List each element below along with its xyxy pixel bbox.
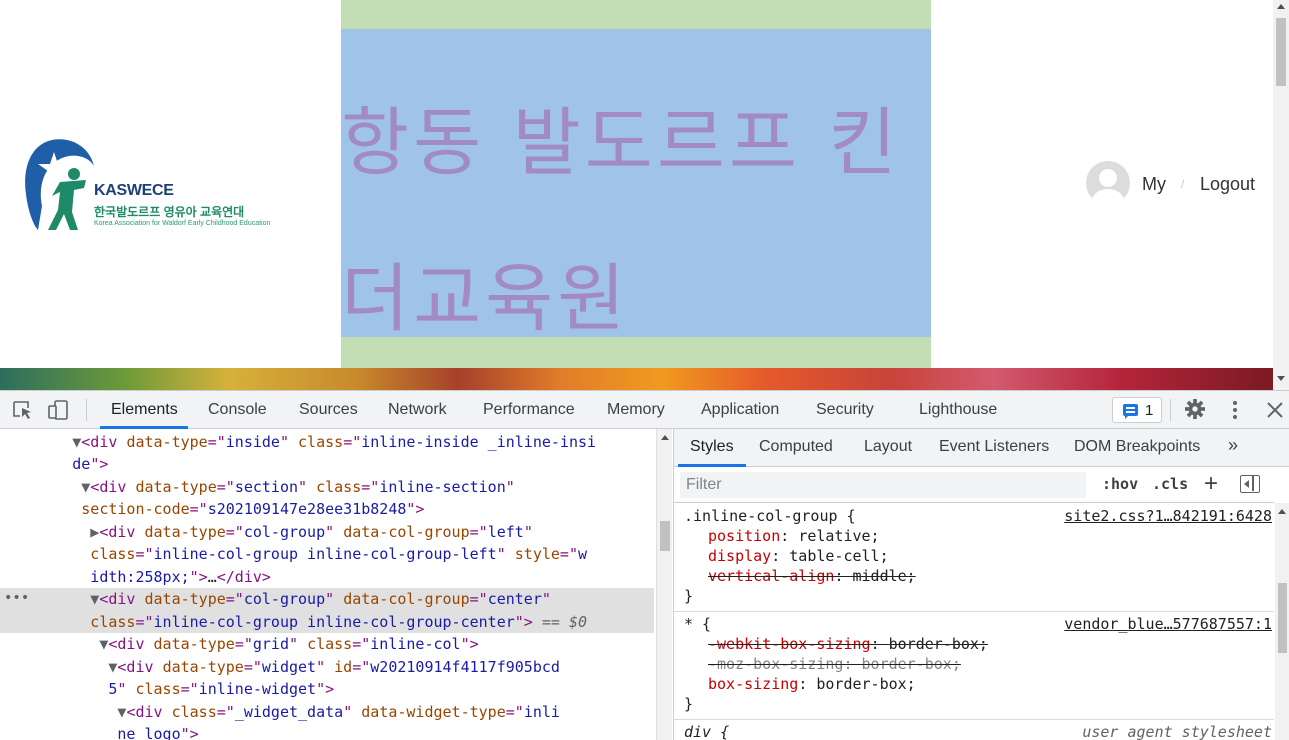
tab-elements[interactable]: Elements	[111, 401, 178, 419]
website-viewport: KASWECE 한국발도르프 영유아 교육연대 Korea Associatio…	[0, 0, 1273, 390]
logo-english-name: Korea Association for Waldorf Early Chil…	[94, 220, 271, 227]
dom-node[interactable]: ▼<div data-type="widget" id="w20210914f4…	[0, 656, 654, 679]
settings-gear-icon[interactable]	[1184, 399, 1206, 419]
selected-node-marker: == $0	[541, 612, 588, 631]
scrollbar-thumb[interactable]	[660, 521, 670, 551]
tab-application[interactable]: Application	[701, 401, 779, 419]
style-rule: * { vendor_blue…577687557:1 -webkit-box-…	[674, 614, 1274, 720]
scrollbar-thumb[interactable]	[1276, 18, 1286, 86]
style-property[interactable]: position: relative;	[708, 526, 880, 546]
avatar[interactable]	[1086, 161, 1130, 205]
dom-node-wrap: class="inline-col-group inline-col-group…	[0, 545, 588, 563]
logo-korean-name: 한국발도르프 영유아 교육연대	[94, 205, 245, 219]
elements-scrollbar[interactable]	[656, 429, 672, 740]
style-property[interactable]: display: table-cell;	[708, 546, 889, 566]
style-property-overridden[interactable]: vertical-align: middle;	[708, 566, 916, 586]
rule-closing-brace: }	[684, 695, 694, 713]
scrollbar-thumb[interactable]	[1278, 583, 1287, 653]
dom-node[interactable]: ▼<div data-type="section" class="inline-…	[0, 476, 654, 499]
elements-dom-tree: ▼<div data-type="inside" class="inline-i…	[0, 429, 656, 740]
style-rule: div { user agent stylesheet	[674, 722, 1274, 740]
tab-lighthouse[interactable]: Lighthouse	[919, 401, 997, 419]
rule-source-label: user agent stylesheet	[1082, 723, 1272, 740]
dom-node[interactable]: ▼<div data-type="grid" class="inline-col…	[0, 633, 654, 656]
scroll-up-icon[interactable]	[661, 435, 669, 440]
tab-network[interactable]: Network	[388, 401, 447, 419]
tab-dom-breakpoints[interactable]: DOM Breakpoints	[1074, 438, 1200, 456]
rule-selector[interactable]: .inline-col-group {	[684, 506, 856, 526]
styles-scrollbar[interactable]	[1275, 503, 1289, 740]
rule-source-link[interactable]: site2.css?1…842191:6428	[1064, 506, 1272, 526]
dom-node-wrap: idth:258px;">…</div>	[0, 568, 271, 586]
page-scrollbar[interactable]	[1273, 0, 1289, 390]
styles-filter-bar: :hov .cls +	[674, 467, 1274, 503]
tab-layout[interactable]: Layout	[864, 438, 912, 456]
logo-brand-text: KASWECE	[94, 182, 174, 199]
style-property-invalid[interactable]: -moz-box-sizing: border-box;	[708, 654, 961, 674]
tab-sources[interactable]: Sources	[299, 401, 358, 419]
scroll-up-icon[interactable]	[1278, 509, 1286, 514]
class-toggle[interactable]: .cls	[1152, 475, 1188, 493]
toolbar-divider	[86, 399, 87, 421]
hover-state-toggle[interactable]: :hov	[1102, 475, 1138, 493]
scroll-up-icon[interactable]	[1277, 4, 1285, 9]
rule-closing-brace: }	[684, 587, 694, 605]
tab-performance[interactable]: Performance	[483, 401, 575, 419]
rule-source-link[interactable]: vendor_blue…577687557:1	[1064, 614, 1272, 634]
styles-sidebar: Styles Computed Layout Event Listeners D…	[673, 429, 1289, 740]
rule-selector[interactable]: div {	[684, 722, 729, 740]
close-devtools-icon[interactable]	[1264, 400, 1286, 420]
inspect-element-icon[interactable]	[12, 400, 34, 420]
dom-node-wrap: de">	[0, 455, 109, 473]
new-style-rule-button[interactable]: +	[1204, 470, 1218, 498]
dom-node[interactable]: ▼<div data-type="inside" class="inline-i…	[0, 431, 654, 454]
more-tabs-chevron-icon[interactable]: »	[1228, 435, 1238, 456]
device-toolbar-icon[interactable]	[48, 400, 70, 420]
rule-selector[interactable]: * {	[684, 614, 711, 634]
menu-separator: /	[1181, 177, 1185, 191]
dom-node-selected[interactable]: ▼<div data-type="col-group" data-col-gro…	[0, 588, 654, 633]
tab-security[interactable]: Security	[816, 401, 874, 419]
center-heading-text: 항동 발도르프 킨더교육원	[341, 100, 901, 337]
my-link[interactable]: My	[1142, 174, 1166, 195]
tab-event-listeners[interactable]: Event Listeners	[939, 438, 1049, 456]
dom-node[interactable]: ▼<div class="_widget_data" data-widget-t…	[0, 701, 654, 724]
tab-styles[interactable]: Styles	[690, 438, 734, 456]
more-options-icon[interactable]	[1224, 400, 1246, 420]
toolbar-divider	[1170, 399, 1171, 421]
issues-button[interactable]: 1	[1112, 397, 1162, 423]
styles-tabbar: Styles Computed Layout Event Listeners D…	[674, 429, 1289, 467]
style-rule: .inline-col-group { site2.css?1…842191:6…	[674, 506, 1274, 612]
center-grid-highlight: 항동 발도르프 킨더교육원	[341, 29, 931, 337]
dom-node-wrap: 5" class="inline-widget">	[0, 680, 335, 698]
dom-node-wrap: section-code="s202109147e28ee31b8248">	[0, 500, 425, 518]
node-actions-ellipsis-icon[interactable]: •••	[4, 587, 29, 610]
dom-node-wrap: ne_logo">	[0, 725, 199, 740]
tab-memory[interactable]: Memory	[607, 401, 665, 419]
style-property-overridden[interactable]: -webkit-box-sizing: border-box;	[708, 634, 988, 654]
devtools-panel: Elements Console Sources Network Perform…	[0, 390, 1289, 740]
tab-computed[interactable]: Computed	[759, 438, 833, 456]
issues-count: 1	[1145, 402, 1154, 419]
devtools-tabbar: Elements Console Sources Network Perform…	[0, 391, 1289, 429]
tab-console[interactable]: Console	[208, 401, 267, 419]
message-icon	[1123, 404, 1138, 419]
scroll-down-icon[interactable]	[1277, 376, 1285, 381]
dom-node[interactable]: ▶<div data-type="col-group" data-col-gro…	[0, 521, 654, 544]
banner-image	[0, 368, 1273, 390]
styles-filter-input[interactable]	[680, 472, 1086, 498]
kaswece-logo-icon	[25, 139, 94, 230]
style-property[interactable]: box-sizing: border-box;	[708, 674, 916, 694]
logout-link[interactable]: Logout	[1200, 174, 1255, 195]
site-logo[interactable]: KASWECE 한국발도르프 영유아 교육연대 Korea Associatio…	[22, 136, 322, 236]
toggle-computed-sidebar-icon[interactable]	[1240, 475, 1260, 493]
